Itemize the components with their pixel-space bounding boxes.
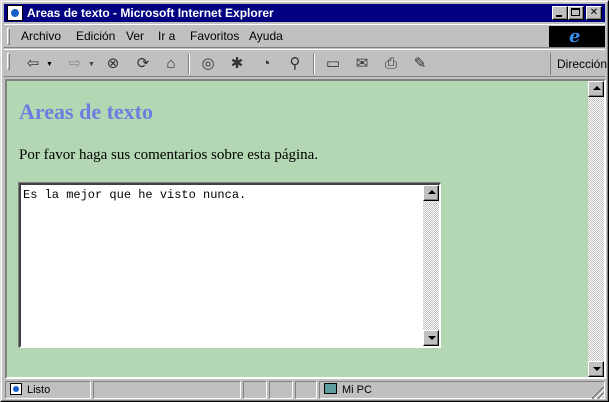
- browser-viewport: Areas de texto Por favor haga sus coment…: [5, 79, 606, 379]
- toolbar-separator: [188, 54, 190, 74]
- search-icon[interactable]: ◎: [197, 54, 219, 74]
- textarea-scrollbar[interactable]: [423, 185, 439, 346]
- history-icon[interactable]: ◔: [255, 54, 277, 74]
- zone-text: Mi PC: [342, 384, 372, 396]
- forward-dropdown-icon[interactable]: ▼: [88, 61, 95, 68]
- page-status-icon: [10, 383, 22, 395]
- progress-pane: [93, 381, 241, 399]
- page-scroll-down-button[interactable]: [588, 361, 604, 377]
- refresh-icon[interactable]: ⟳: [132, 54, 154, 74]
- menu-bar: Archivo Edición Ver Ir a Favoritos Ayuda…: [4, 24, 605, 48]
- status-text: Listo: [27, 384, 51, 396]
- toolbar: ⇦ ▼ ⇨ ▼ ⊗ ⟳ ⌂ ◎ ✱ ◔ ⚲ ▭ ✉ ⎙ ✎ Dirección: [4, 49, 607, 77]
- arrow-up-icon: [428, 190, 436, 194]
- status-pane: [269, 381, 293, 399]
- arrow-down-icon: [428, 336, 436, 340]
- menu-ver[interactable]: Ver: [126, 29, 144, 43]
- maximize-icon: [571, 8, 580, 16]
- close-button[interactable]: ✕: [586, 6, 602, 20]
- channels-icon[interactable]: ⚲: [284, 54, 306, 74]
- title-bar[interactable]: Areas de texto - Microsoft Internet Expl…: [4, 4, 605, 22]
- back-icon[interactable]: ⇦: [22, 54, 44, 74]
- favorites-icon[interactable]: ✱: [226, 54, 248, 74]
- resize-grip[interactable]: [592, 387, 604, 399]
- menu-favoritos[interactable]: Favoritos: [190, 29, 239, 43]
- minimize-button[interactable]: [552, 6, 568, 20]
- browser-window: Areas de texto - Microsoft Internet Expl…: [0, 0, 609, 402]
- menu-ir-a[interactable]: Ir a: [158, 29, 175, 43]
- ie-logo-icon: e: [569, 26, 581, 47]
- window-title: Areas de texto - Microsoft Internet Expl…: [27, 6, 274, 20]
- toolbar-separator: [313, 54, 315, 74]
- back-dropdown-icon[interactable]: ▼: [46, 61, 53, 68]
- page-scrollbar[interactable]: [588, 81, 604, 377]
- address-bar-toggle[interactable]: Dirección: [550, 53, 607, 75]
- menubar-grip[interactable]: [7, 28, 10, 45]
- page-scroll-up-button[interactable]: [588, 81, 604, 97]
- mail-icon[interactable]: ✉: [351, 54, 373, 74]
- zone-pane: Mi PC: [319, 381, 605, 399]
- arrow-up-icon: [593, 86, 601, 90]
- home-icon[interactable]: ⌂: [160, 54, 182, 74]
- web-page: Areas de texto Por favor haga sus coment…: [7, 81, 588, 377]
- ie-logo: e: [549, 26, 605, 47]
- minimize-icon: [556, 15, 562, 17]
- status-pane: [243, 381, 267, 399]
- toolbar-grip[interactable]: [7, 53, 10, 70]
- status-pane: [295, 381, 317, 399]
- status-bar: Listo Mi PC: [4, 380, 605, 400]
- fullscreen-icon[interactable]: ▭: [322, 54, 344, 74]
- menu-archivo[interactable]: Archivo: [21, 29, 61, 43]
- textarea-scroll-up-button[interactable]: [423, 185, 439, 201]
- edit-icon[interactable]: ✎: [409, 54, 431, 74]
- arrow-down-icon: [593, 367, 601, 371]
- computer-icon: [324, 383, 337, 394]
- page-heading: Areas de texto: [19, 99, 153, 124]
- menu-edicion[interactable]: Edición: [76, 29, 115, 43]
- maximize-button[interactable]: [568, 6, 584, 20]
- stop-icon[interactable]: ⊗: [102, 54, 124, 74]
- textarea-scroll-down-button[interactable]: [423, 330, 439, 346]
- ie-page-icon[interactable]: [7, 5, 23, 21]
- forward-icon[interactable]: ⇨: [64, 54, 86, 74]
- comments-textarea[interactable]: Es la mejor que he visto nunca.: [19, 183, 441, 348]
- close-icon: ✕: [589, 7, 599, 18]
- status-text-pane: Listo: [5, 381, 91, 399]
- textarea-value[interactable]: Es la mejor que he visto nunca.: [23, 188, 246, 202]
- menu-ayuda[interactable]: Ayuda: [249, 29, 283, 43]
- page-intro: Por favor haga sus comentarios sobre est…: [19, 147, 319, 163]
- print-icon[interactable]: ⎙: [380, 54, 402, 74]
